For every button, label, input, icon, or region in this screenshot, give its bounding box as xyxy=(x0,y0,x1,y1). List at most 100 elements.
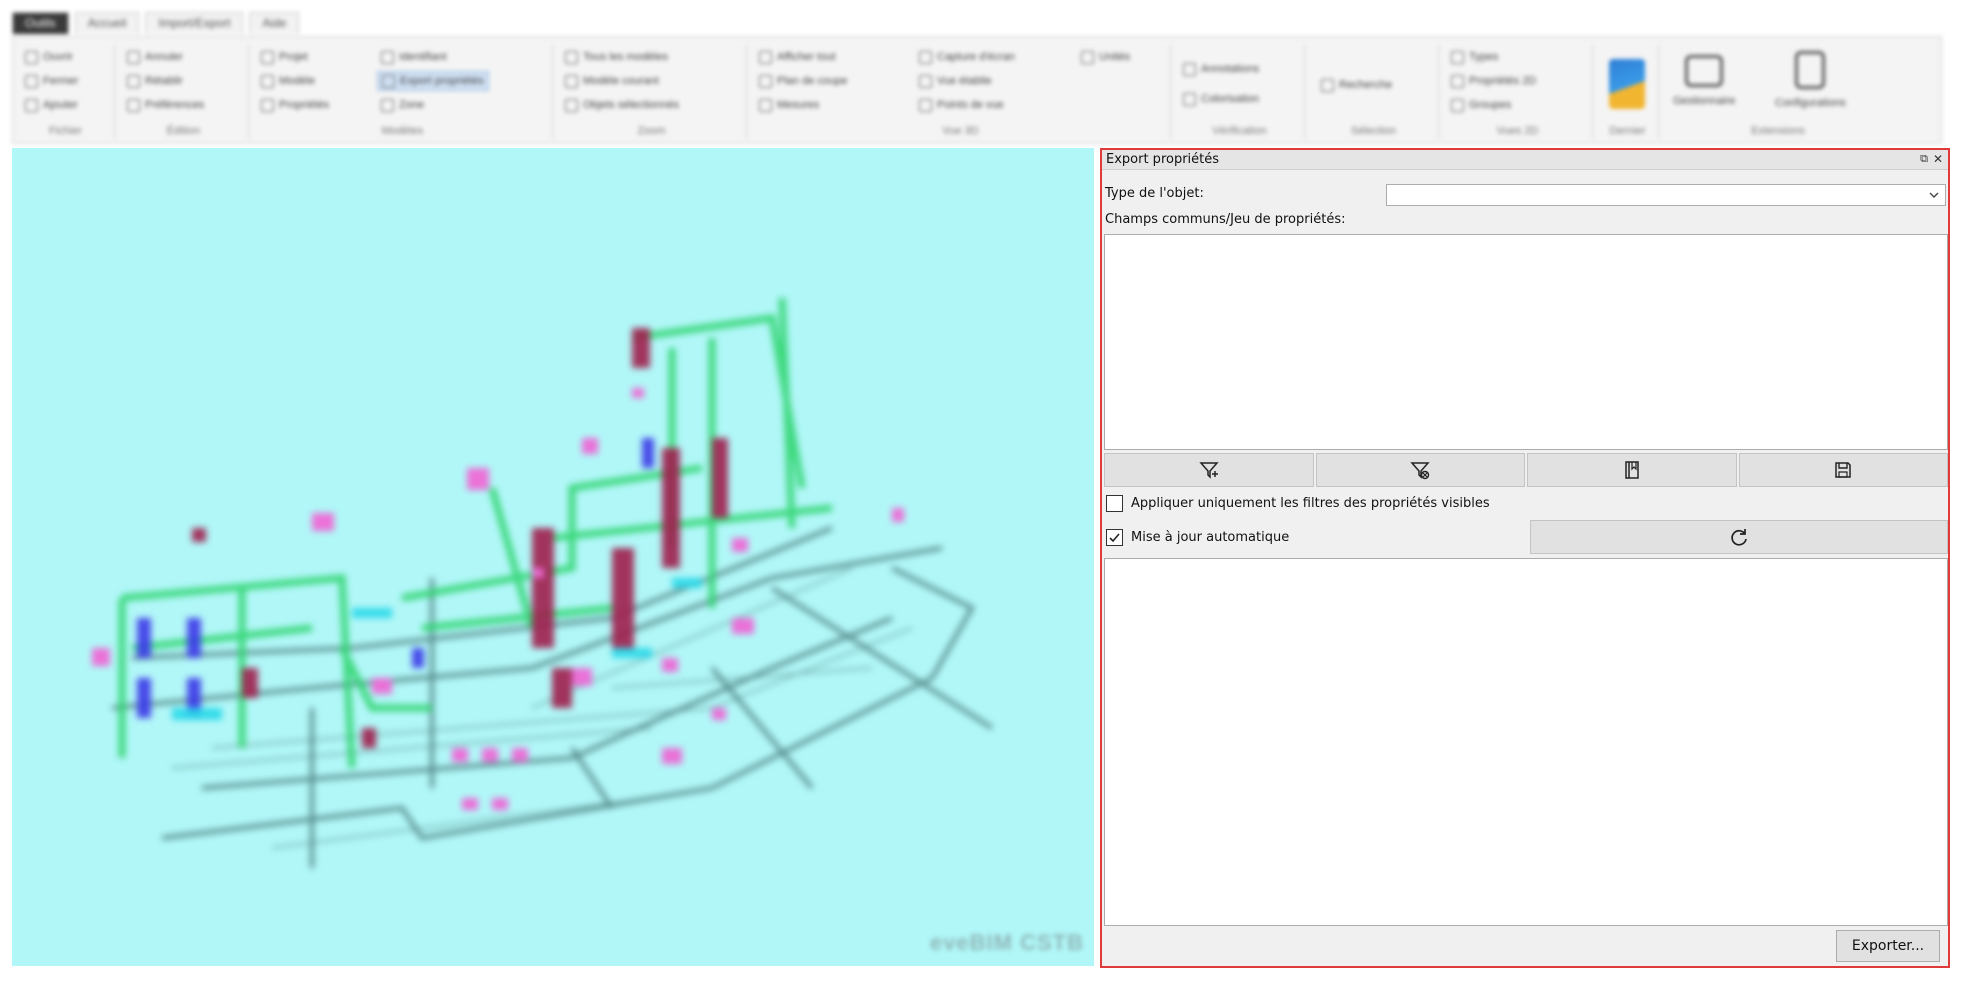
ribbon-group-zoom: Tous les modèles Modèle courant Objets s… xyxy=(557,45,747,139)
fermer-button[interactable]: Fermer xyxy=(25,71,78,91)
tab-accueil[interactable]: Accueil xyxy=(74,12,140,34)
export-button[interactable]: Exporter... xyxy=(1836,930,1940,962)
properties-icon xyxy=(261,98,274,112)
tous-les-modeles-button[interactable]: Tous les modèles xyxy=(565,47,668,67)
preferences-button[interactable]: Préférences xyxy=(127,95,204,115)
tab-import-export[interactable]: Import/Export xyxy=(145,12,244,34)
projet-button[interactable]: Projet xyxy=(261,47,308,67)
tab-aide[interactable]: Aide xyxy=(249,12,300,34)
zoom-model-icon xyxy=(565,74,578,88)
float-panel-icon[interactable]: ⧉ xyxy=(1918,153,1930,165)
id-icon xyxy=(381,50,394,64)
property-fields-list[interactable] xyxy=(1104,234,1948,450)
object-type-label: Type de l'objet: xyxy=(1105,186,1204,201)
filter-remove-icon xyxy=(1410,462,1430,480)
project-icon xyxy=(261,50,274,64)
apply-visible-filters-checkbox[interactable] xyxy=(1106,494,1123,512)
refresh-button[interactable] xyxy=(1530,520,1948,554)
gestionnaire-button[interactable]: Gestionnaire xyxy=(1673,55,1735,107)
paint-icon xyxy=(1183,92,1196,106)
save-template-button[interactable] xyxy=(1738,453,1948,487)
properties-2d-icon xyxy=(1451,74,1464,88)
viewer-watermark: eveBIM CSTB xyxy=(929,930,1084,955)
search-icon xyxy=(1321,78,1334,92)
group-label: Vérification xyxy=(1212,125,1267,137)
ajouter-button[interactable]: Ajouter xyxy=(25,95,78,115)
home-icon xyxy=(565,50,578,64)
zone-icon xyxy=(381,98,394,112)
zoom-selection-icon xyxy=(565,98,578,112)
ouvrir-button[interactable]: Ouvrir xyxy=(25,47,73,67)
apply-visible-filters-option[interactable]: Appliquer uniquement les filtres des pro… xyxy=(1106,492,1490,514)
plan-de-coupe-button[interactable]: Plan de coupe xyxy=(759,71,847,91)
gear-icon xyxy=(127,98,140,112)
modele-button[interactable]: Modèle xyxy=(261,71,315,91)
chevron-down-icon xyxy=(1929,192,1939,198)
configurations-button[interactable]: Configurations xyxy=(1775,51,1846,109)
book-icon xyxy=(1625,461,1639,479)
points-de-vue-button[interactable]: Points de vue xyxy=(919,95,1004,115)
annotation-icon xyxy=(1183,62,1196,76)
ribbon-content: Outils Accueil Import/Export Aide Ouvrir… xyxy=(12,12,1950,144)
ribbon-group-fichier: Ouvrir Fermer Ajouter Fichier xyxy=(17,45,115,139)
ribbon-group-modeles: Projet Modèle Propriétés Identifiant Exp… xyxy=(253,45,553,139)
group-label: Dernier xyxy=(1609,125,1646,137)
objets-selectionnes-button[interactable]: Objets sélectionnés xyxy=(565,95,679,115)
ribbon-group-vue-3d: Afficher tout Plan de coupe Mesures Capt… xyxy=(751,45,1171,139)
types-button[interactable]: Types xyxy=(1451,47,1498,67)
close-icon[interactable]: ✕ xyxy=(1932,153,1944,165)
window-icon xyxy=(1685,55,1724,87)
last-model-icon[interactable] xyxy=(1609,59,1645,109)
groups-icon xyxy=(1451,98,1464,112)
view-icon xyxy=(919,74,932,88)
export-results-area[interactable] xyxy=(1104,558,1948,926)
zone-button[interactable]: Zone xyxy=(381,95,424,115)
refresh-icon xyxy=(1731,529,1747,546)
proprietes-2d-button[interactable]: Propriétés 2D xyxy=(1451,71,1536,91)
checkmark-icon xyxy=(1109,532,1120,542)
bim-model-render xyxy=(92,297,994,868)
undo-icon xyxy=(127,50,140,64)
ribbon-group-selection: Recherche Sélection xyxy=(1309,45,1439,139)
add-icon xyxy=(25,98,38,112)
capture-ecran-button[interactable]: Capture d'écran xyxy=(919,47,1015,67)
unites-button[interactable]: Unités xyxy=(1081,47,1130,67)
group-label: Extensions xyxy=(1751,125,1805,137)
group-label: Modèles xyxy=(381,125,424,137)
export-proprietes-button[interactable]: Export propriétés xyxy=(377,71,489,91)
auto-update-option[interactable]: Mise à jour automatique xyxy=(1106,526,1289,548)
ribbon-group-vues-2d: Types Propriétés 2D Groupes Vues 2D xyxy=(1443,45,1593,139)
tab-outils[interactable]: Outils xyxy=(12,12,69,34)
ribbon-group-edition: Annuler Rétablir Préférences Édition xyxy=(119,45,249,139)
groupes-button[interactable]: Groupes xyxy=(1451,95,1511,115)
proprietes-button[interactable]: Propriétés xyxy=(261,95,329,115)
modele-courant-button[interactable]: Modèle courant xyxy=(565,71,659,91)
afficher-tout-button[interactable]: Afficher tout xyxy=(759,47,836,67)
colorisation-button[interactable]: Colorisation xyxy=(1183,89,1259,109)
3d-viewport[interactable]: eveBIM CSTB xyxy=(12,148,1094,966)
group-label: Sélection xyxy=(1350,125,1397,137)
identifiant-button[interactable]: Identifiant xyxy=(381,47,447,67)
annotations-button[interactable]: Annotations xyxy=(1183,59,1259,79)
export-icon xyxy=(382,74,395,88)
ribbon-group-dernier: Dernier xyxy=(1597,45,1659,139)
filter-add-icon xyxy=(1199,462,1219,479)
vue-etablie-button[interactable]: Vue établie xyxy=(919,71,992,91)
retablir-button[interactable]: Rétablir xyxy=(127,71,183,91)
remove-filter-button[interactable] xyxy=(1315,453,1525,487)
group-label: Édition xyxy=(166,125,201,137)
auto-update-label: Mise à jour automatique xyxy=(1131,529,1290,545)
add-filter-button[interactable] xyxy=(1104,453,1314,487)
types-icon xyxy=(1451,50,1464,64)
auto-update-checkbox[interactable] xyxy=(1106,528,1123,546)
redo-icon xyxy=(127,74,140,88)
object-type-select[interactable] xyxy=(1386,184,1946,206)
export-properties-panel: Export propriétés ⧉ ✕ Type de l'objet: C… xyxy=(1100,148,1950,968)
group-label: Vue 3D xyxy=(942,125,979,137)
recherche-button[interactable]: Recherche xyxy=(1321,75,1392,95)
open-icon xyxy=(25,50,38,64)
mesures-button[interactable]: Mesures xyxy=(759,95,819,115)
pin-icon xyxy=(919,98,932,112)
annuler-button[interactable]: Annuler xyxy=(127,47,183,67)
open-template-button[interactable] xyxy=(1527,453,1737,487)
